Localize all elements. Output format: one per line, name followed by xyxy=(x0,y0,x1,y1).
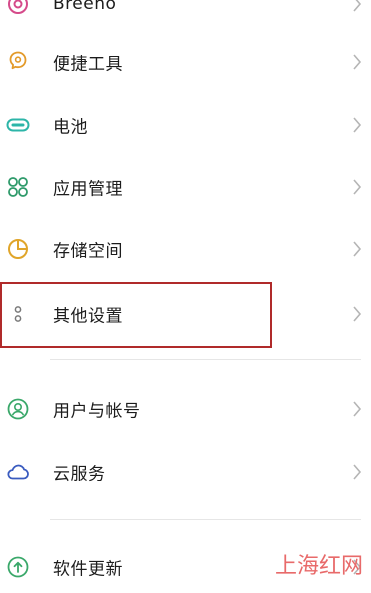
settings-item-breeno[interactable]: Breeno xyxy=(0,0,371,30)
settings-item-convenience-tools[interactable]: 便捷工具 xyxy=(0,36,371,88)
cloud-icon xyxy=(7,464,29,480)
settings-item-label: 软件更新 xyxy=(53,559,123,580)
software-update-icon xyxy=(7,556,29,578)
chevron-right-icon xyxy=(353,117,362,133)
chevron-right-icon xyxy=(353,179,362,195)
settings-item-label: 便捷工具 xyxy=(53,54,123,75)
settings-item-label: 存储空间 xyxy=(53,241,123,262)
section-divider xyxy=(50,519,361,520)
chevron-right-icon xyxy=(353,241,362,257)
settings-item-label: 电池 xyxy=(53,117,88,138)
settings-item-app-management[interactable]: 应用管理 xyxy=(0,161,371,213)
settings-item-cloud-service[interactable]: 云服务 xyxy=(0,446,371,498)
settings-item-label: Breeno xyxy=(53,0,117,14)
settings-item-battery[interactable]: 电池 xyxy=(0,99,371,151)
chevron-right-icon xyxy=(353,54,362,70)
chevron-right-icon xyxy=(353,0,362,12)
highlight-box xyxy=(0,282,272,348)
chevron-right-icon xyxy=(353,306,362,322)
settings-item-storage[interactable]: 存储空间 xyxy=(0,223,371,275)
settings-item-label: 应用管理 xyxy=(53,179,123,200)
storage-icon xyxy=(8,239,28,259)
settings-item-label: 用户与帐号 xyxy=(53,401,141,422)
user-account-icon xyxy=(7,398,29,420)
chevron-right-icon xyxy=(353,401,362,417)
app-management-icon xyxy=(8,177,28,197)
settings-item-label: 云服务 xyxy=(53,464,106,485)
watermark: 上海红网 xyxy=(274,554,363,579)
chevron-right-icon xyxy=(353,464,362,480)
convenience-tools-icon xyxy=(9,51,27,70)
section-divider xyxy=(50,359,361,360)
breeno-icon xyxy=(8,0,28,14)
battery-icon xyxy=(6,118,30,132)
settings-item-user-account[interactable]: 用户与帐号 xyxy=(0,383,371,435)
